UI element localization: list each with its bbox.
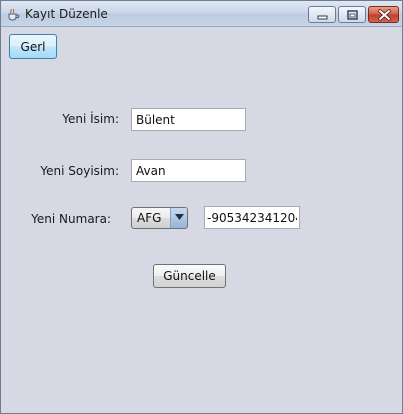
- number-label: Yeni Numara:: [31, 212, 111, 226]
- combo-arrow-button[interactable]: [170, 208, 187, 228]
- close-icon: [378, 9, 391, 21]
- close-button[interactable]: [368, 6, 399, 23]
- minimize-button[interactable]: [308, 6, 336, 23]
- maximize-icon: [347, 10, 358, 20]
- edit-record-window: Kayıt Düzenle Gerl Yeni İsim: Yeni Soyis…: [0, 0, 403, 414]
- surname-label: Yeni Soyisim:: [40, 164, 119, 178]
- country-code-select[interactable]: AFG: [131, 207, 188, 229]
- title-bar[interactable]: Kayıt Düzenle: [1, 1, 402, 27]
- name-label: Yeni İsim:: [62, 112, 119, 126]
- java-cup-icon: [6, 7, 20, 21]
- country-code-value: AFG: [137, 211, 162, 225]
- chevron-down-icon: [175, 214, 184, 220]
- surname-field[interactable]: [131, 159, 246, 182]
- name-field[interactable]: [131, 108, 246, 131]
- phone-number-field[interactable]: [204, 206, 300, 229]
- maximize-button[interactable]: [338, 6, 366, 23]
- update-button[interactable]: Güncelle: [153, 264, 226, 288]
- minimize-icon: [317, 15, 328, 20]
- back-button[interactable]: Gerl: [9, 34, 57, 59]
- window-title: Kayıt Düzenle: [25, 7, 108, 21]
